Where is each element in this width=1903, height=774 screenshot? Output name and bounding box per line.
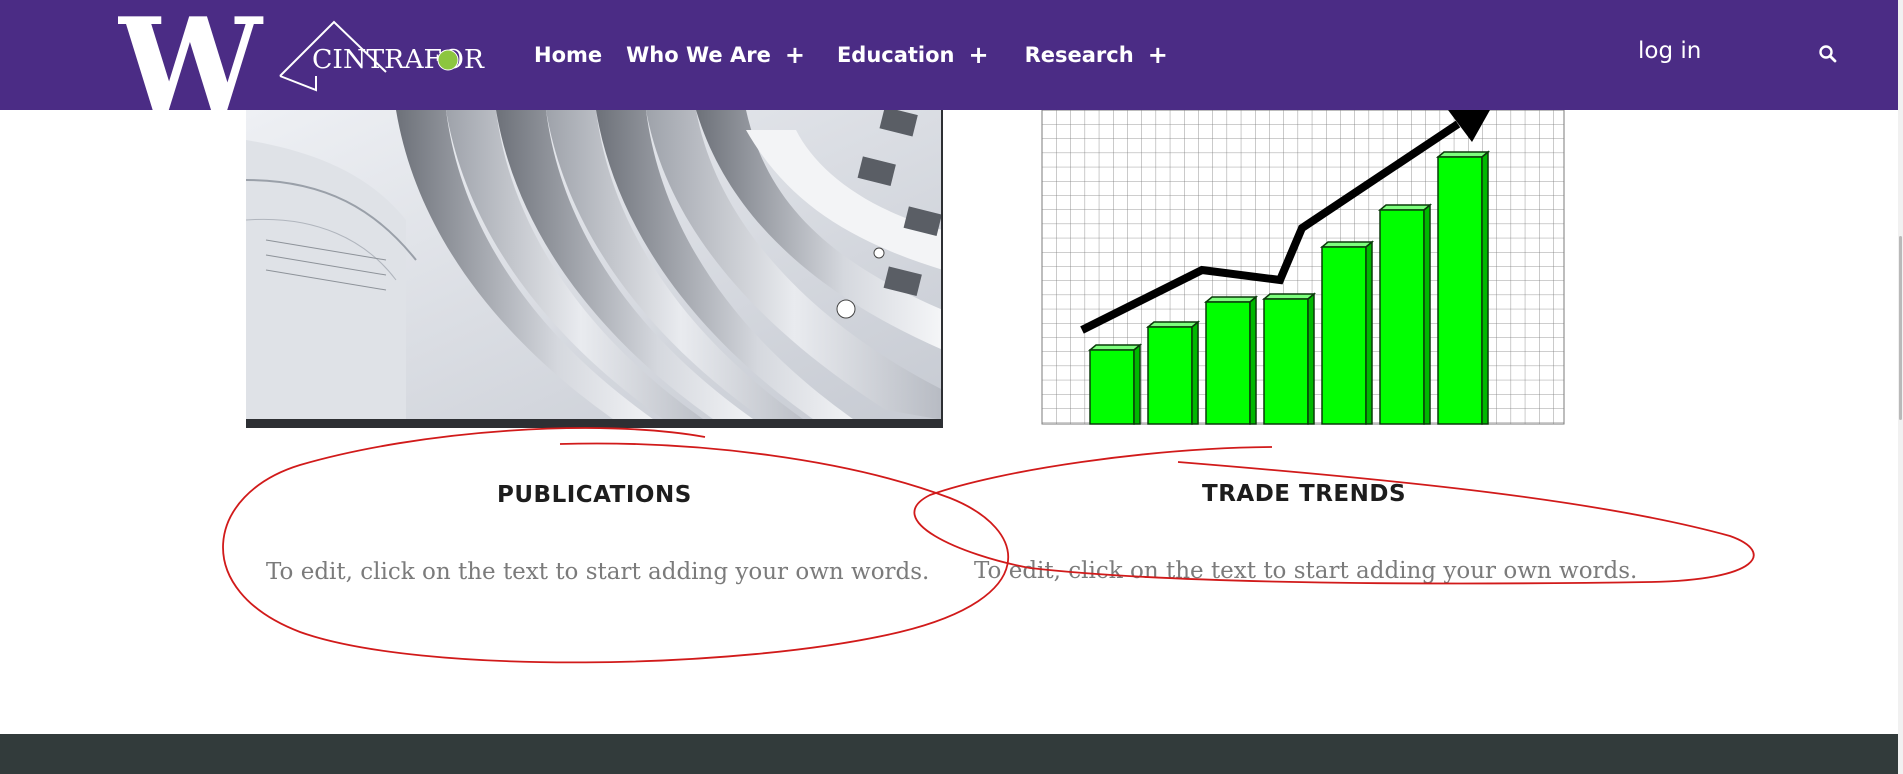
publications-title[interactable]: PUBLICATIONS	[497, 482, 692, 508]
nav-item-education[interactable]: Education +	[837, 41, 989, 69]
nav-item-who-we-are-label: Who We Are	[626, 43, 771, 67]
plus-icon[interactable]: +	[969, 41, 989, 69]
plus-icon[interactable]: +	[785, 41, 805, 69]
nav-item-who-we-are[interactable]: Who We Are +	[626, 41, 805, 69]
nav-item-research-label: Research	[1024, 43, 1134, 67]
publications-text[interactable]: To edit, click on the text to start addi…	[266, 559, 929, 585]
nav-item-research[interactable]: Research +	[1025, 41, 1168, 69]
trade-trends-text[interactable]: To edit, click on the text to start addi…	[974, 558, 1637, 584]
nav-item-home[interactable]: Home	[534, 43, 602, 67]
trade-trends-title[interactable]: TRADE TRENDS	[1202, 481, 1406, 507]
uw-w-logo[interactable]: W	[118, 10, 264, 110]
nav-item-education-label: Education	[836, 43, 955, 67]
rising-bar-chart-image	[1041, 110, 1565, 425]
plus-icon[interactable]: +	[1148, 41, 1168, 69]
uw-w-logo-letter: W	[118, 10, 264, 110]
search-icon[interactable]	[1818, 44, 1838, 64]
cintrafor-logo[interactable]: CINTRAFOR	[278, 20, 486, 92]
scrollbar-thumb[interactable]	[1899, 236, 1902, 420]
site-footer	[0, 734, 1898, 774]
login-link[interactable]: log in	[1638, 38, 1701, 64]
globe-icon	[437, 49, 459, 71]
nav-item-home-label: Home	[534, 43, 603, 67]
cintrafor-logo-text: CINTRAFOR	[312, 45, 485, 75]
site-header: W CINTRAFOR Home Who We Are + Education …	[0, 0, 1898, 110]
main-nav: Home Who We Are + Education + Research +	[534, 0, 1168, 110]
open-book-pages-image	[246, 110, 943, 428]
